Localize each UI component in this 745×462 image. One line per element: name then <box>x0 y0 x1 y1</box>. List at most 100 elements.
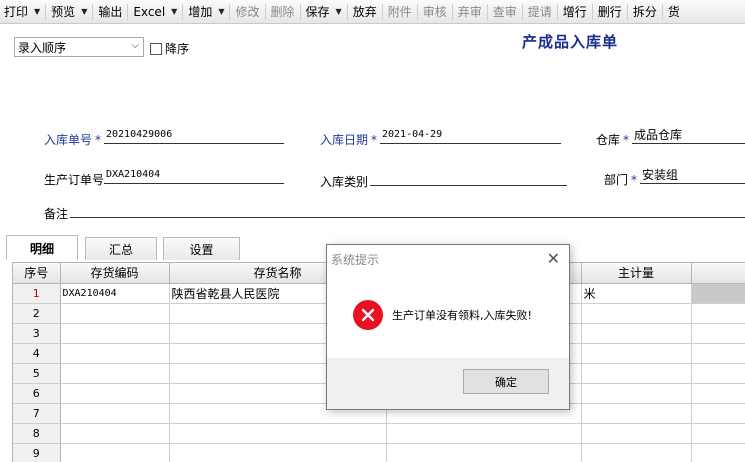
toolbar-button-8[interactable]: 放弃 <box>349 1 381 23</box>
dropdown-arrow-icon[interactable]: ▼ <box>34 7 40 16</box>
toolbar-button-12[interactable]: 查审 <box>489 1 521 23</box>
dialog-title: 系统提示 <box>331 253 380 267</box>
toolbar-separator <box>591 3 593 20</box>
toolbar-button-15[interactable]: 删行 <box>594 1 626 23</box>
toolbar-button-label: 放弃 <box>352 5 377 19</box>
dropdown-arrow-icon[interactable]: ▼ <box>336 7 342 16</box>
row-number-cell[interactable]: 5 <box>13 363 61 384</box>
prod-order-field[interactable]: DXA210404 <box>104 168 284 184</box>
extra-cell[interactable] <box>691 303 745 324</box>
toolbar-button-13[interactable]: 提请 <box>524 1 556 23</box>
table-row[interactable]: 8 <box>13 423 745 444</box>
warehouse-field[interactable]: 成品仓库 <box>632 128 745 144</box>
extra-cell[interactable] <box>691 423 745 444</box>
unit-cell[interactable] <box>581 403 692 424</box>
toolbar-button-17[interactable]: 货 <box>664 1 684 23</box>
extra-cell[interactable] <box>691 403 745 424</box>
unit-cell[interactable]: 米 <box>581 283 692 304</box>
column-header-no[interactable]: 序号 <box>13 263 61 284</box>
extra-cell[interactable] <box>691 343 745 364</box>
toolbar-button-4[interactable]: 增加 ▼ <box>184 1 228 23</box>
inventory-code-cell[interactable] <box>60 323 170 344</box>
remark-field[interactable] <box>70 202 745 218</box>
tab-settings[interactable]: 设置 <box>163 237 240 260</box>
unit-cell[interactable] <box>581 363 692 384</box>
extra-cell[interactable] <box>691 383 745 404</box>
row-number-cell[interactable]: 2 <box>13 303 61 324</box>
unit-cell[interactable] <box>581 303 692 324</box>
row-number-cell[interactable]: 9 <box>13 443 61 462</box>
row-number-cell[interactable]: 7 <box>13 403 61 424</box>
table-row[interactable]: 9 <box>13 443 745 462</box>
extra-cell[interactable] <box>691 283 745 304</box>
tab-summary[interactable]: 汇总 <box>85 237 157 260</box>
row-number-cell[interactable]: 6 <box>13 383 61 404</box>
extra-cell[interactable] <box>691 443 745 462</box>
toolbar-button-label: 查审 <box>492 5 517 19</box>
toolbar-button-6[interactable]: 删除 <box>267 1 299 23</box>
column-header-code[interactable]: 存货编码 <box>60 263 170 284</box>
close-icon[interactable]: ✕ <box>547 249 560 268</box>
row-number-cell[interactable]: 8 <box>13 423 61 444</box>
descending-label: 降序 <box>165 42 190 56</box>
toolbar-button-1[interactable]: 预览 ▼ <box>47 1 91 23</box>
receipt-type-label: 入库类别 <box>320 175 369 189</box>
receipt-date-field[interactable]: 2021-04-29 <box>380 128 561 144</box>
toolbar-button-3[interactable]: Excel ▼ <box>129 1 181 23</box>
unit-cell[interactable] <box>581 323 692 344</box>
receipt-no-field[interactable]: 20210429006 <box>104 128 284 144</box>
inventory-code-cell[interactable] <box>60 303 170 324</box>
dropdown-arrow-icon[interactable]: ▼ <box>171 7 177 16</box>
extra-cell[interactable] <box>691 323 745 344</box>
column-header-unit[interactable]: 主计量 <box>581 263 692 284</box>
unit-cell[interactable] <box>581 343 692 364</box>
toolbar-button-10[interactable]: 审核 <box>419 1 451 23</box>
ok-button[interactable]: 确定 <box>463 369 549 394</box>
dialog-footer: 确定 <box>327 358 569 409</box>
page-title: 产成品入库单 <box>522 33 619 51</box>
inventory-name-cell[interactable] <box>169 423 387 444</box>
toolbar-button-0[interactable]: 打印 ▼ <box>0 1 44 23</box>
error-icon <box>353 300 383 330</box>
dept-field[interactable]: 安装组 <box>640 168 745 184</box>
dropdown-arrow-icon[interactable]: ▼ <box>218 7 224 16</box>
row-number-cell[interactable]: 1 <box>13 283 61 304</box>
hidden-column-cell[interactable] <box>386 443 582 462</box>
toolbar-button-11[interactable]: 弃审 <box>454 1 486 23</box>
unit-cell[interactable] <box>581 423 692 444</box>
inventory-code-cell[interactable]: DXA210404 <box>60 283 170 304</box>
warehouse-label-text: 仓库 <box>596 133 621 147</box>
toolbar-button-2[interactable]: 输出 <box>94 1 126 23</box>
dropdown-arrow-icon[interactable]: ▼ <box>81 7 87 16</box>
column-header-extra[interactable] <box>691 263 745 284</box>
checkbox-box[interactable] <box>150 42 162 55</box>
toolbar-button-7[interactable]: 保存 ▼ <box>302 1 346 23</box>
inventory-code-cell[interactable] <box>60 363 170 384</box>
row-number-cell[interactable]: 4 <box>13 343 61 364</box>
inventory-code-cell[interactable] <box>60 343 170 364</box>
toolbar-button-16[interactable]: 拆分 <box>629 1 661 23</box>
inventory-code-cell[interactable] <box>60 403 170 424</box>
row-number-cell[interactable]: 3 <box>13 323 61 344</box>
remark-label: 备注 <box>44 207 69 221</box>
inventory-code-cell[interactable] <box>60 383 170 404</box>
extra-cell[interactable] <box>691 363 745 384</box>
warehouse-label: 仓库 * <box>596 131 629 148</box>
dept-label: 部门 * <box>604 171 637 188</box>
toolbar-button-5[interactable]: 修改 <box>231 1 263 23</box>
toolbar-separator <box>346 3 348 20</box>
toolbar-button-label: 增加 <box>188 5 213 19</box>
receipt-type-field[interactable] <box>370 170 567 186</box>
toolbar-separator <box>229 3 231 20</box>
hidden-column-cell[interactable] <box>386 423 582 444</box>
inventory-name-cell[interactable] <box>169 443 387 462</box>
descending-checkbox[interactable]: 降序 <box>150 40 189 57</box>
unit-cell[interactable] <box>581 443 692 462</box>
sort-order-select[interactable]: 录入顺序 ⌵ <box>14 37 144 57</box>
toolbar-button-14[interactable]: 增行 <box>559 1 591 23</box>
inventory-code-cell[interactable] <box>60 443 170 462</box>
tab-detail[interactable]: 明细 <box>6 235 78 260</box>
inventory-code-cell[interactable] <box>60 423 170 444</box>
unit-cell[interactable] <box>581 383 692 404</box>
toolbar-button-9[interactable]: 附件 <box>384 1 416 23</box>
